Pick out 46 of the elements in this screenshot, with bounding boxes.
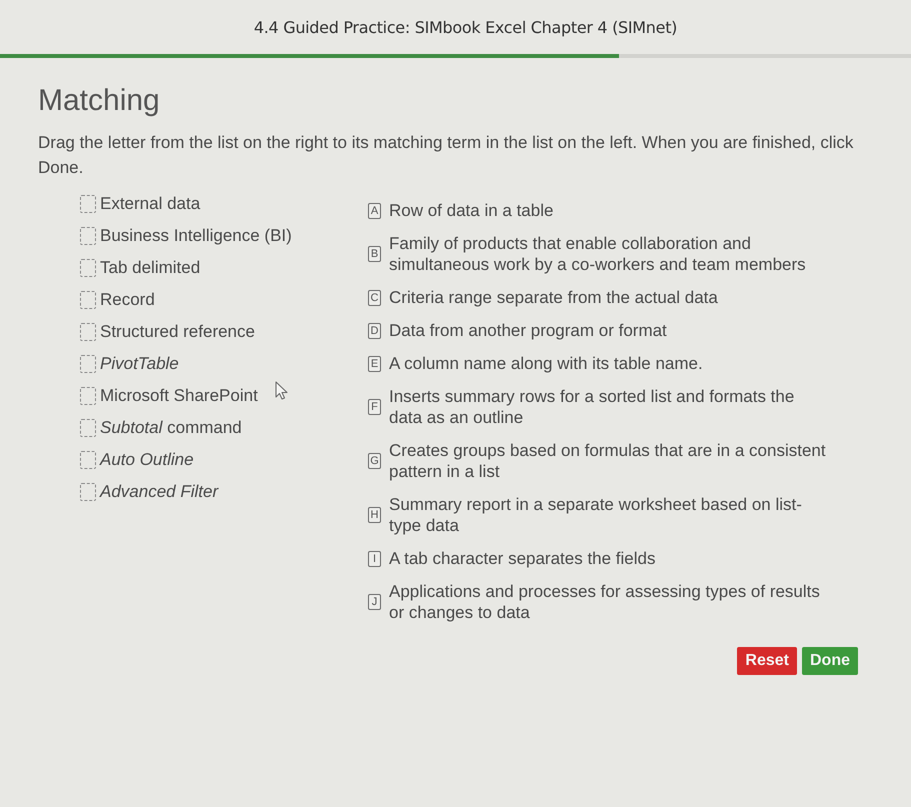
done-button[interactable]: Done [802,647,858,675]
cursor-icon [275,381,288,400]
letter-tile[interactable]: B [368,246,381,262]
definition-text: Row of data in a table [389,200,554,221]
drop-field[interactable] [80,355,96,373]
drop-field[interactable] [80,419,96,437]
letter-tile[interactable]: A [368,202,381,218]
drop-field[interactable] [80,259,96,277]
drop-field[interactable] [80,291,96,309]
definition-text: Summary report in a separate worksheet based on list-type data [389,494,803,536]
letter-tile[interactable]: E [368,356,381,372]
instructions-text: Drag the letter from the list on the right to its matching term in the list on the left. When you are finished, click Done. [38,132,854,179]
page-title: 4.4 Guided Practice: SIMbook Excel Chapter 4 (SIMnet) [254,18,678,36]
term-label: Subtotal command [100,418,242,438]
drop-field[interactable] [80,387,96,405]
drop-field[interactable] [80,195,96,213]
term-label: PivotTable [100,354,179,374]
definition-text: Creates groups based on formulas that are in a consistent pattern in a list [389,440,827,482]
term-label: Record [100,290,155,310]
definition-text: A tab character separates the fields [389,548,656,569]
definition-text: Data from another program or format [389,320,668,341]
letter-tile[interactable]: C [368,290,381,306]
letter-tile[interactable]: F [368,399,381,415]
term-label: Business Intelligence (BI) [100,226,292,246]
definition-text: Inserts summary rows for a sorted list and formats the data as an outline [389,386,796,428]
term-label: Structured reference [100,322,255,342]
letter-tile[interactable]: H [368,507,381,523]
definition-text: A column name along with its table name. [389,353,704,374]
reset-button[interactable]: Reset [737,647,797,675]
drop-field[interactable] [80,483,96,501]
definition-text: Criteria range separate from the actual data [389,287,719,308]
definition-text: Applications and processes for assessing types of results or changes to data [389,581,821,623]
page-heading: Matching [38,84,160,118]
term-label: Auto Outline [100,450,194,470]
drop-field[interactable] [80,451,96,469]
letter-tile[interactable]: G [368,453,381,469]
letter-tile[interactable]: D [368,322,381,338]
term-label: Advanced Filter [100,482,218,502]
term-label: Microsoft SharePoint [100,386,258,406]
term-label: Tab delimited [100,258,200,278]
letter-tile[interactable]: I [368,550,381,566]
drop-field[interactable] [80,227,96,245]
term-label: External data [100,194,200,214]
letter-tile[interactable]: J [368,594,381,610]
definition-text: Family of products that enable collaboration and simultaneous work by a co-workers and team members [389,233,807,275]
drop-field[interactable] [80,323,96,341]
